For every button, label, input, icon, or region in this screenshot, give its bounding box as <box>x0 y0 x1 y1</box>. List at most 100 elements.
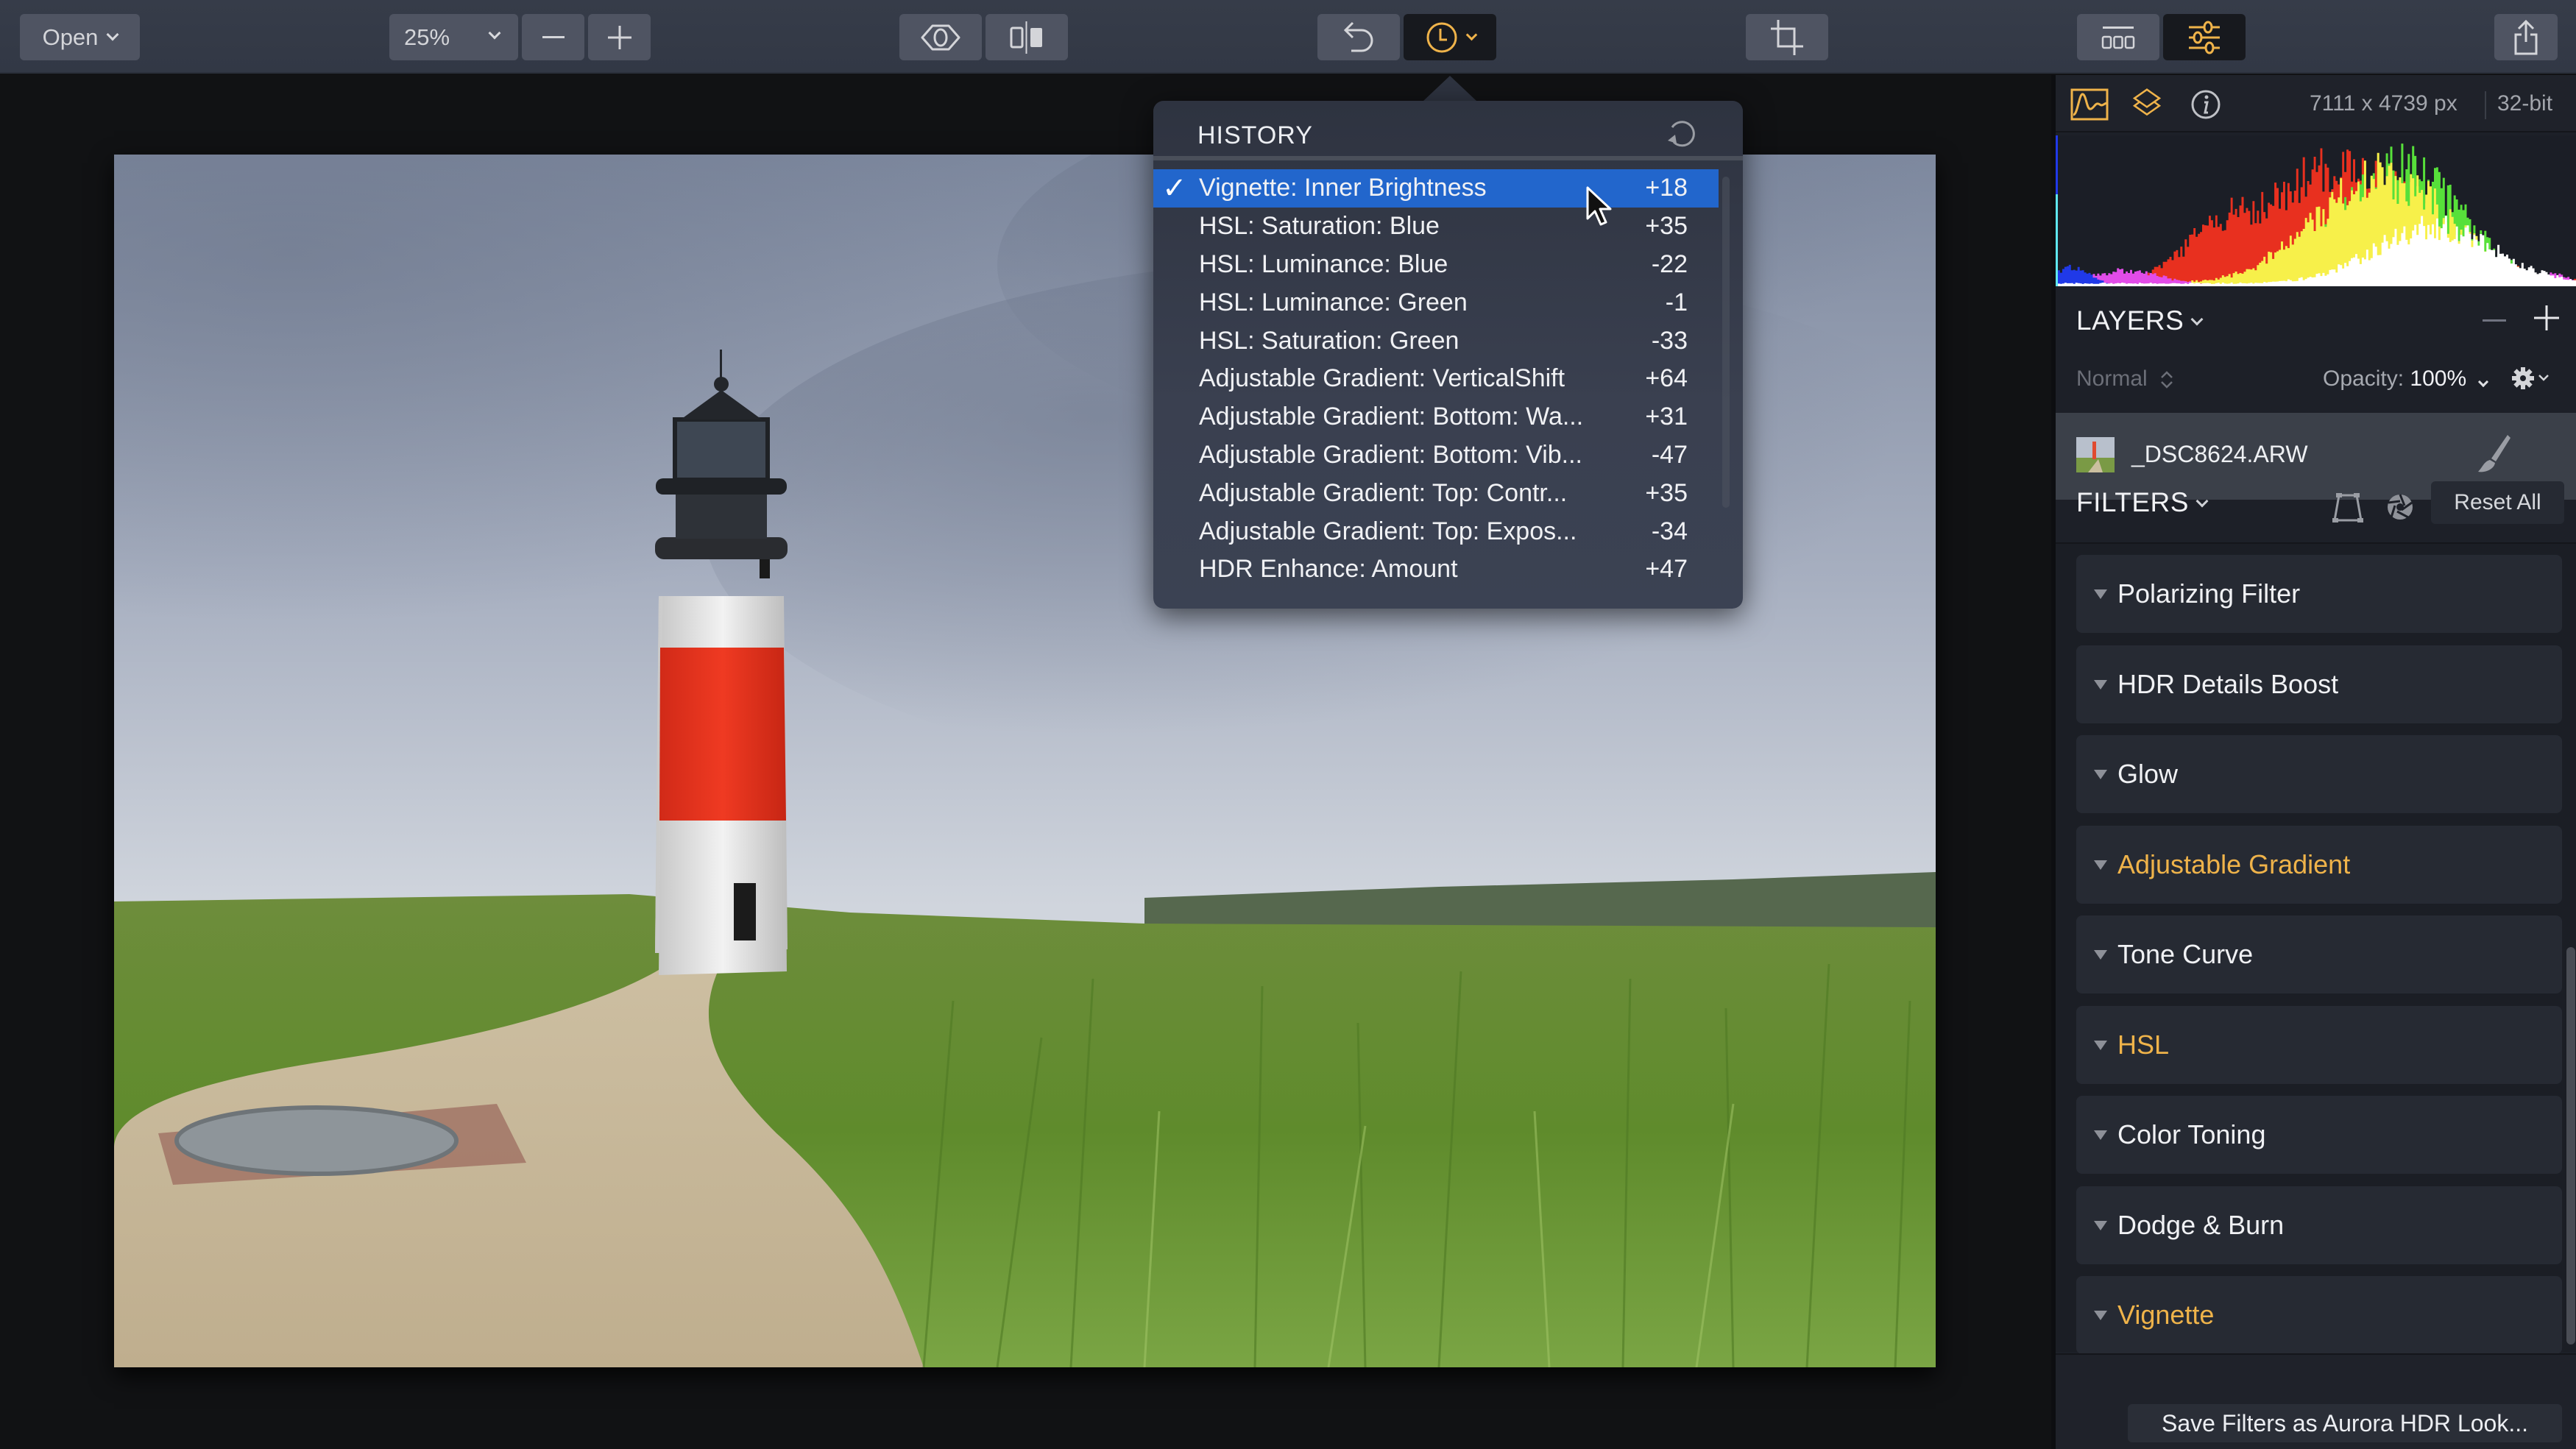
history-button[interactable] <box>1404 14 1496 60</box>
filter-card[interactable]: Dodge & Burn <box>2076 1186 2562 1264</box>
history-item-value: +18 <box>1645 174 1688 202</box>
filter-card[interactable]: Adjustable Gradient <box>2076 825 2562 904</box>
histogram-chart <box>2056 135 2576 286</box>
blend-mode-select[interactable]: Normal <box>2076 366 2174 392</box>
chevron-down-icon <box>2195 495 2209 508</box>
info-separator <box>2485 91 2486 119</box>
undo-icon <box>1343 21 1373 52</box>
history-item-label: Adjustable Gradient: Top: Contr... <box>1199 478 1568 507</box>
disclosure-triangle-icon[interactable] <box>2094 589 2107 599</box>
history-item-value: +47 <box>1645 555 1688 584</box>
history-item[interactable]: HSL: Saturation: Blue +35 <box>1153 208 1743 246</box>
panel-tab-bar: 7111 x 4739 px 32-bit <box>2056 75 2576 132</box>
chevron-down-icon <box>106 28 119 41</box>
layer-settings-gear-icon[interactable] <box>2510 364 2554 393</box>
history-item[interactable]: HSL: Saturation: Green -33 <box>1153 322 1743 360</box>
reset-all-button[interactable]: Reset All <box>2431 481 2564 524</box>
opacity-select[interactable]: Opacity: 100% <box>2323 366 2489 392</box>
zoom-out-button[interactable] <box>522 14 584 60</box>
zoom-select[interactable]: 25% <box>389 14 518 60</box>
filter-name: Glow <box>2117 759 2179 789</box>
history-popover-arrow <box>1423 76 1476 101</box>
mouse-cursor-icon <box>1586 186 1612 226</box>
presets-button[interactable] <box>2077 14 2159 60</box>
filters-list: Polarizing Filter HDR Details Boost Glow Ad… <box>2056 542 2576 1354</box>
history-item[interactable]: Adjustable Gradient: Top: Contr... +35 <box>1153 474 1743 512</box>
filters-header[interactable]: FILTERS <box>2076 487 2209 518</box>
right-panel: 7111 x 4739 px 32-bit LAYERS Normal Opac… <box>2051 75 2576 1449</box>
layer-name: _DSC8624.ARW <box>2131 441 2308 467</box>
preview-button[interactable] <box>899 14 982 60</box>
disclosure-triangle-icon[interactable] <box>2094 1040 2107 1050</box>
histogram-icon[interactable] <box>2070 88 2109 121</box>
disclosure-triangle-icon[interactable] <box>2094 860 2107 870</box>
info-icon[interactable] <box>2187 88 2225 121</box>
history-scrollbar[interactable] <box>1722 177 1730 508</box>
chevron-down-icon <box>2478 376 2489 388</box>
history-item[interactable]: HDR Enhance: Amount +47 <box>1153 550 1743 589</box>
history-item-label: Adjustable Gradient: Top: Expos... <box>1199 517 1577 545</box>
filter-card[interactable]: Polarizing Filter <box>2076 555 2562 633</box>
remove-layer-button[interactable] <box>2483 319 2506 322</box>
filter-card[interactable]: Tone Curve <box>2076 915 2562 993</box>
filter-card[interactable]: HDR Details Boost <box>2076 645 2562 723</box>
crop-button[interactable] <box>1746 14 1828 60</box>
adjustments-button[interactable] <box>2163 14 2246 60</box>
layer-thumbnail <box>2076 437 2115 472</box>
history-item[interactable]: Adjustable Gradient: Top: Expos... -34 <box>1153 512 1743 550</box>
filter-card[interactable]: Glow <box>2076 735 2562 813</box>
compare-button[interactable] <box>986 14 1068 60</box>
history-item-value: -1 <box>1665 288 1688 316</box>
open-button[interactable]: Open <box>20 14 140 60</box>
filters-title: FILTERS <box>2076 487 2189 517</box>
save-look-button[interactable]: Save Filters as Aurora HDR Look... <box>2128 1404 2562 1442</box>
history-item[interactable]: Adjustable Gradient: Bottom: Vib... -47 <box>1153 436 1743 475</box>
history-item-label: Adjustable Gradient: Bottom: Wa... <box>1199 403 1584 431</box>
filter-name: Color Toning <box>2117 1119 2266 1149</box>
history-item[interactable]: HSL: Luminance: Blue -22 <box>1153 246 1743 284</box>
history-item[interactable]: Adjustable Gradient: Bottom: Wa... +31 <box>1153 398 1743 436</box>
opacity-label: Opacity: <box>2323 366 2405 391</box>
open-label: Open <box>42 24 99 50</box>
brush-icon[interactable] <box>2475 433 2512 475</box>
aperture-icon[interactable] <box>2384 491 2416 523</box>
undo-button[interactable] <box>1317 14 1400 60</box>
history-item-value: -47 <box>1651 440 1688 469</box>
disclosure-triangle-icon[interactable] <box>2094 1311 2107 1320</box>
history-item-label: HSL: Saturation: Blue <box>1199 212 1440 241</box>
disclosure-triangle-icon[interactable] <box>2094 1220 2107 1230</box>
disclosure-triangle-icon[interactable] <box>2094 679 2107 690</box>
history-popover: HISTORY ✓ Vignette: Inner Brightness +18 HS… <box>1153 101 1743 609</box>
history-item[interactable]: ✓ Vignette: Inner Brightness +18 <box>1153 169 1719 208</box>
filter-card[interactable]: Color Toning <box>2076 1096 2562 1174</box>
chevron-down-icon <box>2190 313 2204 326</box>
image-dimensions: 7111 x 4739 px <box>2310 91 2458 116</box>
split-compare-icon <box>1010 21 1042 54</box>
history-item[interactable]: HSL: Luminance: Green -1 <box>1153 283 1743 322</box>
disclosure-triangle-icon[interactable] <box>2094 770 2107 779</box>
history-item-label: Adjustable Gradient: Bottom: Vib... <box>1199 440 1582 469</box>
mask-icon[interactable] <box>2332 491 2364 523</box>
zoom-in-button[interactable] <box>588 14 651 60</box>
chevron-down-icon <box>488 26 501 40</box>
reset-history-icon[interactable] <box>1663 114 1699 149</box>
crop-icon <box>1771 19 1803 55</box>
layers-title: LAYERS <box>2076 305 2184 336</box>
filter-card[interactable]: HSL <box>2076 1005 2562 1084</box>
history-item-label: HSL: Saturation: Green <box>1199 326 1459 355</box>
history-item-value: +35 <box>1645 478 1688 507</box>
sliders-icon <box>2189 21 2220 54</box>
layers-icon[interactable] <box>2128 88 2166 121</box>
filters-scrollbar[interactable] <box>2566 947 2575 1345</box>
disclosure-triangle-icon[interactable] <box>2094 1130 2107 1140</box>
filter-name: Adjustable Gradient <box>2117 849 2351 879</box>
share-button[interactable] <box>2494 14 2558 60</box>
layers-header[interactable]: LAYERS <box>2076 305 2204 336</box>
eye-icon <box>921 24 960 50</box>
add-layer-button[interactable] <box>2534 305 2559 330</box>
disclosure-triangle-icon[interactable] <box>2094 950 2107 960</box>
filter-card[interactable]: Vignette <box>2076 1276 2562 1354</box>
history-item[interactable]: Adjustable Gradient: VerticalShift +64 <box>1153 360 1743 398</box>
checkmark-icon: ✓ <box>1162 171 1187 205</box>
top-toolbar: Open 25% <box>0 0 2576 74</box>
